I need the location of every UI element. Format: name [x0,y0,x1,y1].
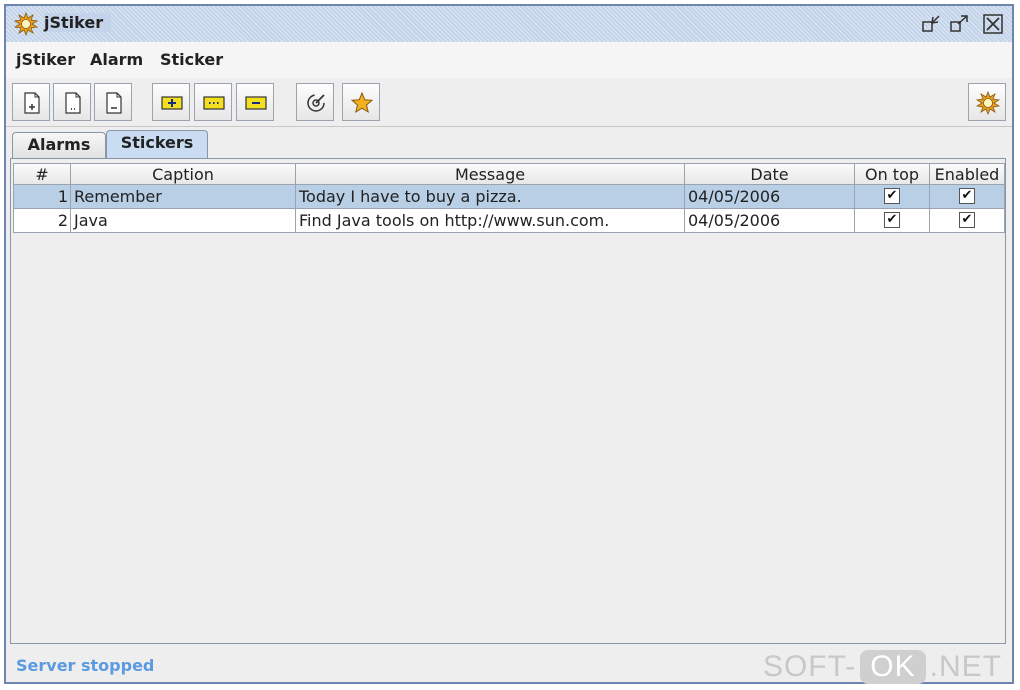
remove-document-icon [106,92,122,114]
watermark-left: SOFT- [762,650,857,683]
tab-stickers[interactable]: Stickers [106,130,208,159]
enabled-checkbox[interactable]: ✔ [959,188,975,204]
date-cell[interactable]: 04/05/2006 [685,185,855,209]
add-sticker-button[interactable] [152,83,190,121]
on-top-cell: ✔ [855,185,930,209]
new-alarm-button[interactable] [12,83,50,121]
on-top-checkbox[interactable]: ✔ [884,188,900,204]
window-title: jStiker [44,13,112,32]
edit-document-icon [65,92,81,114]
row-number: 1 [13,185,71,209]
column-header-caption[interactable]: Caption [71,163,296,185]
date-cell[interactable]: 04/05/2006 [685,209,855,233]
enabled-cell: ✔ [930,185,1005,209]
settings-button[interactable] [968,83,1006,121]
favorite-button[interactable] [342,83,380,121]
on-top-checkbox[interactable]: ✔ [884,212,900,228]
status-bar: Server stopped SOFT- OK .NET [6,650,1012,684]
radar-button[interactable] [296,83,334,121]
new-document-icon [24,92,40,114]
column-header-message[interactable]: Message [296,163,685,185]
enabled-cell: ✔ [930,209,1005,233]
title-bar[interactable]: jStiker [6,6,1012,42]
column-header-date[interactable]: Date [685,163,855,185]
message-cell[interactable]: Find Java tools on http://www.sun.com. [296,209,685,233]
edit-sticker-icon [203,96,225,110]
table-row[interactable]: 1 Remember Today I have to buy a pizza. … [13,185,1005,209]
message-cell[interactable]: Today I have to buy a pizza. [296,185,685,209]
menu-alarm[interactable]: Alarm [90,50,143,69]
star-icon [350,91,374,114]
menu-bar: jStiker Alarm Sticker [6,42,1012,79]
caption-cell[interactable]: Java [71,209,296,233]
column-header-enabled[interactable]: Enabled [930,163,1005,185]
tab-strip: Alarms Stickers [6,126,1012,159]
on-top-cell: ✔ [855,209,930,233]
edit-alarm-button[interactable] [53,83,91,121]
watermark: SOFT- OK .NET [763,650,1002,684]
tab-alarms[interactable]: Alarms [12,132,106,158]
column-header-on-top[interactable]: On top [855,163,930,185]
add-sticker-icon [161,96,183,110]
remove-sticker-button[interactable] [236,83,274,121]
toolbar [6,78,1012,127]
watermark-right: .NET [929,650,1002,683]
stickers-panel: # Caption Message Date On top Enabled 1 … [10,158,1006,644]
column-header-number[interactable]: # [13,163,71,185]
remove-sticker-icon [245,96,267,110]
app-sun-icon [14,12,38,36]
watermark-ok: OK [860,650,926,684]
server-status-text: Server stopped [16,656,155,675]
row-number: 2 [13,209,71,233]
app-window: jStiker jStiker Alarm Sticker Alarms Sti… [0,0,1020,690]
minimize-icon[interactable] [920,13,942,35]
menu-sticker[interactable]: Sticker [160,50,223,69]
caption-cell[interactable]: Remember [71,185,296,209]
maximize-icon[interactable] [948,13,970,35]
window-frame: jStiker jStiker Alarm Sticker Alarms Sti… [4,4,1014,684]
settings-gear-icon [976,91,1000,115]
radar-icon [307,94,325,112]
edit-sticker-button[interactable] [194,83,232,121]
table-row[interactable]: 2 Java Find Java tools on http://www.sun… [13,209,1005,233]
menu-jstiker[interactable]: jStiker [16,50,75,69]
enabled-checkbox[interactable]: ✔ [959,212,975,228]
close-icon[interactable] [982,13,1004,35]
remove-alarm-button[interactable] [94,83,132,121]
